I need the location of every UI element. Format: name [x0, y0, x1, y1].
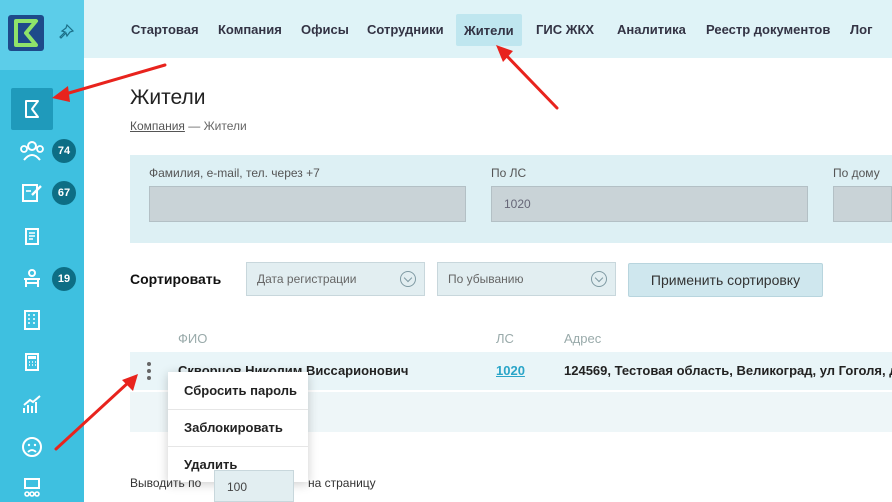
sort-order-select[interactable]: По убыванию — [437, 262, 616, 296]
people-group-icon — [20, 141, 44, 161]
chart-growth-icon — [23, 395, 41, 413]
chevron-down-icon — [400, 271, 416, 287]
sidebar-item-staff[interactable] — [11, 468, 53, 502]
sidebar-item-requests[interactable] — [11, 172, 53, 214]
tab-gis-zhkh[interactable]: ГИС ЖКХ — [536, 0, 594, 58]
context-menu: Сбросить пароль Заблокировать Удалить — [168, 372, 308, 482]
column-header-fio: ФИО — [178, 331, 208, 346]
sort-label: Сортировать — [130, 271, 222, 287]
tab-start[interactable]: Стартовая — [131, 0, 199, 58]
filter-panel: Фамилия, e-mail, тел. через +7 По ЛС 102… — [130, 155, 892, 243]
ls-filter-label: По ЛС — [491, 166, 527, 180]
sidebar-item-documents[interactable] — [11, 215, 53, 257]
sidebar-item-feedback[interactable] — [11, 426, 53, 468]
sidebar-item-analytics[interactable] — [11, 384, 53, 426]
sort-field-select[interactable]: Дата регистрации — [246, 262, 425, 296]
apply-sort-button[interactable]: Применить сортировку — [628, 263, 823, 297]
documents-icon — [25, 228, 39, 245]
tab-offices[interactable]: Офисы — [301, 0, 349, 58]
house-filter-label: По дому — [833, 166, 880, 180]
sidebar-item-buildings[interactable] — [11, 299, 53, 341]
menu-item-block[interactable]: Заблокировать — [184, 420, 283, 435]
pin-icon[interactable] — [58, 23, 75, 40]
calculator-icon — [25, 353, 39, 371]
edit-document-icon — [22, 184, 42, 202]
tab-residents[interactable]: Жители — [456, 14, 522, 46]
menu-divider — [168, 446, 308, 447]
ls-filter-input[interactable]: 1020 — [491, 186, 808, 222]
flag-icon — [25, 100, 39, 118]
tab-document-registry[interactable]: Реестр документов — [706, 0, 830, 58]
more-vertical-icon[interactable] — [146, 362, 152, 382]
tab-company[interactable]: Компания — [218, 0, 282, 58]
sidebar-item-users[interactable] — [11, 130, 53, 172]
tab-analytics[interactable]: Аналитика — [617, 0, 686, 58]
name-filter-label: Фамилия, e-mail, тел. через +7 — [149, 166, 320, 180]
chevron-down-icon — [591, 271, 607, 287]
sidebar-item-calculator[interactable] — [11, 341, 53, 383]
tab-employees[interactable]: Сотрудники — [367, 0, 444, 58]
pager-prefix: Выводить по — [130, 476, 202, 490]
page-title: Жители — [130, 86, 206, 109]
top-navigation: Стартовая Компания Офисы Сотрудники Жите… — [84, 0, 892, 58]
tab-log[interactable]: Лог — [850, 0, 872, 58]
name-filter-input[interactable] — [149, 186, 466, 222]
breadcrumb: Компания — Жители — [130, 119, 247, 133]
breadcrumb-current: — Жители — [184, 119, 247, 133]
sad-face-icon — [22, 437, 42, 457]
sidebar: 74 67 19 — [0, 0, 84, 502]
menu-divider — [168, 409, 308, 410]
office-badge: 19 — [52, 267, 76, 291]
page-size-select[interactable]: 100 — [214, 470, 294, 502]
staff-list-icon — [24, 478, 40, 497]
column-header-ls: ЛС — [496, 331, 514, 346]
pager-suffix: на страницу — [308, 476, 376, 490]
logo-area — [0, 0, 84, 70]
users-badge: 74 — [52, 139, 76, 163]
sidebar-item-residents[interactable] — [11, 88, 53, 130]
sort-order-value: По убыванию — [448, 272, 524, 286]
sidebar-item-office[interactable] — [11, 258, 53, 300]
row-ls-link[interactable]: 1020 — [496, 363, 525, 378]
requests-badge: 67 — [52, 181, 76, 205]
column-header-address: Адрес — [564, 331, 602, 346]
breadcrumb-company-link[interactable]: Компания — [130, 119, 185, 133]
house-filter-input[interactable] — [833, 186, 892, 222]
row-address: 124569, Тестовая область, Великоград, ул… — [564, 363, 892, 378]
person-desk-icon — [24, 269, 40, 287]
logo[interactable] — [8, 15, 44, 51]
building-icon — [24, 310, 40, 330]
menu-item-reset-password[interactable]: Сбросить пароль — [184, 383, 297, 398]
sort-field-value: Дата регистрации — [257, 272, 357, 286]
